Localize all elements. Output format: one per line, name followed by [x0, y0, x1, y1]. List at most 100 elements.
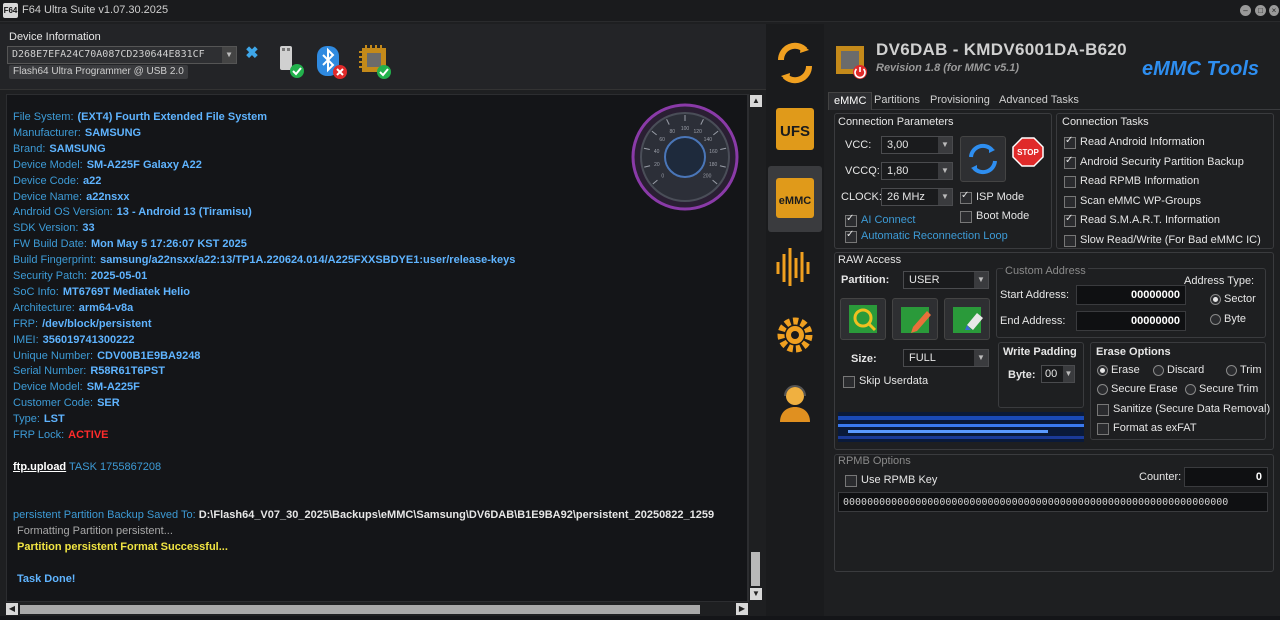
- sector-radio[interactable]: Sector: [1210, 293, 1256, 305]
- gauge-tick-label: 0: [661, 174, 664, 180]
- nav-support[interactable]: [768, 370, 822, 436]
- auto-reconnect-checkbox[interactable]: Automatic Reconnection Loop: [845, 229, 1008, 243]
- log-key: FRP:: [13, 317, 39, 330]
- log-line: SDK Version: 33: [13, 222, 95, 234]
- app-window: F64 F64 Ultra Suite v1.07.30.2025 – □ × …: [0, 0, 1280, 620]
- scroll-left-icon[interactable]: ◀: [6, 603, 18, 615]
- end-address-label: End Address:: [1000, 315, 1066, 327]
- log-vertical-scrollbar[interactable]: ▲ ▼: [748, 94, 762, 602]
- tab-partitions[interactable]: Partitions: [870, 92, 924, 110]
- tab-provisioning[interactable]: Provisioning: [926, 92, 994, 110]
- read-chip-icon: [849, 305, 877, 333]
- erase-radio[interactable]: Erase: [1097, 364, 1140, 376]
- maximize-button[interactable]: □: [1255, 5, 1266, 16]
- nav-emmc[interactable]: eMMC: [768, 166, 822, 232]
- skip-userdata-checkbox[interactable]: Skip Userdata: [843, 375, 928, 388]
- side-navigation: UFS eMMC: [766, 24, 824, 620]
- clock-select[interactable]: 26 MHz ▼: [881, 188, 953, 206]
- connection-task-checkbox[interactable]: Read RPMB Information: [1064, 175, 1199, 189]
- scroll-up-icon[interactable]: ▲: [750, 95, 762, 107]
- raw-access-title: RAW Access: [838, 254, 902, 266]
- boot-mode-checkbox[interactable]: Boot Mode: [960, 210, 1029, 223]
- svg-text:STOP: STOP: [1017, 148, 1039, 157]
- emmc-chip-icon: [836, 46, 867, 79]
- format-exfat-checkbox[interactable]: Format as exFAT: [1097, 422, 1197, 435]
- device-model-title: DV6DAB - KMDV6001DA-B620: [876, 40, 1127, 59]
- secure-erase-radio[interactable]: Secure Erase: [1097, 383, 1178, 395]
- padding-byte-value: 00: [1045, 368, 1058, 380]
- start-address-label: Start Address:: [1000, 289, 1070, 301]
- vertical-scroll-thumb[interactable]: [751, 552, 760, 586]
- speed-gauge: 020 40 60 80 100 120140 160 180 200: [631, 103, 739, 211]
- write-button[interactable]: [892, 298, 938, 340]
- support-agent-icon: [780, 385, 810, 422]
- isp-mode-checkbox[interactable]: ISP Mode: [960, 190, 1024, 204]
- counter-label: Counter:: [1139, 471, 1182, 483]
- ai-connect-checkbox[interactable]: AI Connect: [845, 213, 915, 227]
- log-value: 13 - Android 13 (Tiramisu): [116, 206, 252, 219]
- rpmb-key-input[interactable]: 0000000000000000000000000000000000000000…: [838, 492, 1268, 512]
- partition-select[interactable]: USER ▼: [903, 271, 989, 289]
- discard-radio[interactable]: Discard: [1153, 364, 1204, 376]
- start-address-input[interactable]: 00000000: [1076, 285, 1186, 305]
- minimize-button[interactable]: –: [1240, 5, 1251, 16]
- log-key: File System:: [13, 111, 74, 123]
- log-key: Build Fingerprint:: [13, 254, 97, 267]
- chevron-down-icon[interactable]: ▼: [222, 47, 236, 63]
- device-select[interactable]: D268E7EFA24C70A087CD230644E831CF ▼: [7, 46, 237, 64]
- reconnect-icon: [969, 143, 997, 175]
- log-value: R58R61T6PST: [90, 365, 165, 378]
- connection-task-checkbox[interactable]: Read S.M.A.R.T. Information: [1064, 213, 1220, 228]
- log-key: Customer Code:: [13, 397, 94, 410]
- tool-title: eMMC Tools: [1142, 58, 1260, 80]
- erase-button[interactable]: [944, 298, 990, 340]
- nav-ufs[interactable]: UFS: [768, 98, 822, 164]
- connection-task-checkbox[interactable]: Scan eMMC WP-Groups: [1064, 195, 1201, 208]
- log-line: Device Name: a22nsxx: [13, 191, 130, 203]
- scroll-right-icon[interactable]: ▶: [736, 603, 748, 615]
- scroll-down-icon[interactable]: ▼: [750, 588, 762, 600]
- connection-task-checkbox[interactable]: Android Security Partition Backup: [1064, 155, 1244, 169]
- log-horizontal-scrollbar[interactable]: ◀ ▶: [6, 602, 748, 616]
- settings-gear-icon: [777, 317, 813, 353]
- tab-emmc[interactable]: eMMC: [828, 92, 873, 110]
- byte-radio[interactable]: Byte: [1210, 313, 1246, 325]
- tab-advanced-tasks[interactable]: Advanced Tasks: [995, 92, 1083, 110]
- padding-byte-select[interactable]: 00 ▼: [1041, 365, 1075, 383]
- read-id-button[interactable]: [840, 298, 886, 340]
- connection-task-checkbox[interactable]: Read Android Information: [1064, 135, 1205, 149]
- stop-button[interactable]: STOP: [1012, 137, 1044, 167]
- connection-task-checkbox[interactable]: Slow Read/Write (For Bad eMMC IC): [1064, 234, 1261, 247]
- log-output[interactable]: File System: (EXT4) Fourth Extended File …: [6, 94, 748, 602]
- nav-refresh[interactable]: [768, 30, 822, 96]
- log-line: File System: (EXT4) Fourth Extended File …: [13, 111, 267, 123]
- size-select[interactable]: FULL ▼: [903, 349, 989, 367]
- log-line: Device Model: SM-A225F Galaxy A22: [13, 159, 202, 171]
- clock-label: CLOCK:: [841, 191, 882, 203]
- use-rpmb-key-checkbox[interactable]: Use RPMB Key: [845, 474, 937, 487]
- vcc-select[interactable]: 3,00 ▼: [881, 136, 953, 154]
- log-value: a22: [83, 174, 102, 187]
- log-ftp-line: ftp.upload TASK 1755867208: [13, 461, 162, 473]
- end-address-input[interactable]: 00000000: [1076, 311, 1186, 331]
- secure-trim-radio[interactable]: Secure Trim: [1185, 383, 1258, 395]
- emmc-icon: eMMC: [776, 178, 814, 218]
- trim-radio[interactable]: Trim: [1226, 364, 1262, 376]
- ufs-icon: UFS: [776, 108, 814, 150]
- device-port-label: Flash64 Ultra Programmer @ USB 2.0: [9, 65, 188, 79]
- disconnect-icon[interactable]: ✖: [244, 46, 260, 62]
- nav-settings[interactable]: [768, 302, 822, 368]
- log-value: 356019741300222: [42, 333, 135, 346]
- nav-waveform[interactable]: [768, 234, 822, 300]
- log-key: Device Code:: [13, 174, 80, 187]
- sanitize-checkbox[interactable]: Sanitize (Secure Data Removal): [1097, 403, 1270, 416]
- counter-input[interactable]: 0: [1184, 467, 1268, 487]
- close-window-button[interactable]: ×: [1269, 5, 1279, 16]
- connect-button[interactable]: [960, 136, 1006, 182]
- log-key: Device Model:: [13, 158, 83, 171]
- horizontal-scroll-thumb[interactable]: [20, 605, 700, 614]
- chip-ok-icon: [359, 45, 391, 79]
- erase-chip-icon: [953, 307, 983, 333]
- log-line: Unique Number: CDV00B1E9BA9248: [13, 350, 200, 362]
- vccq-select[interactable]: 1,80 ▼: [881, 162, 953, 180]
